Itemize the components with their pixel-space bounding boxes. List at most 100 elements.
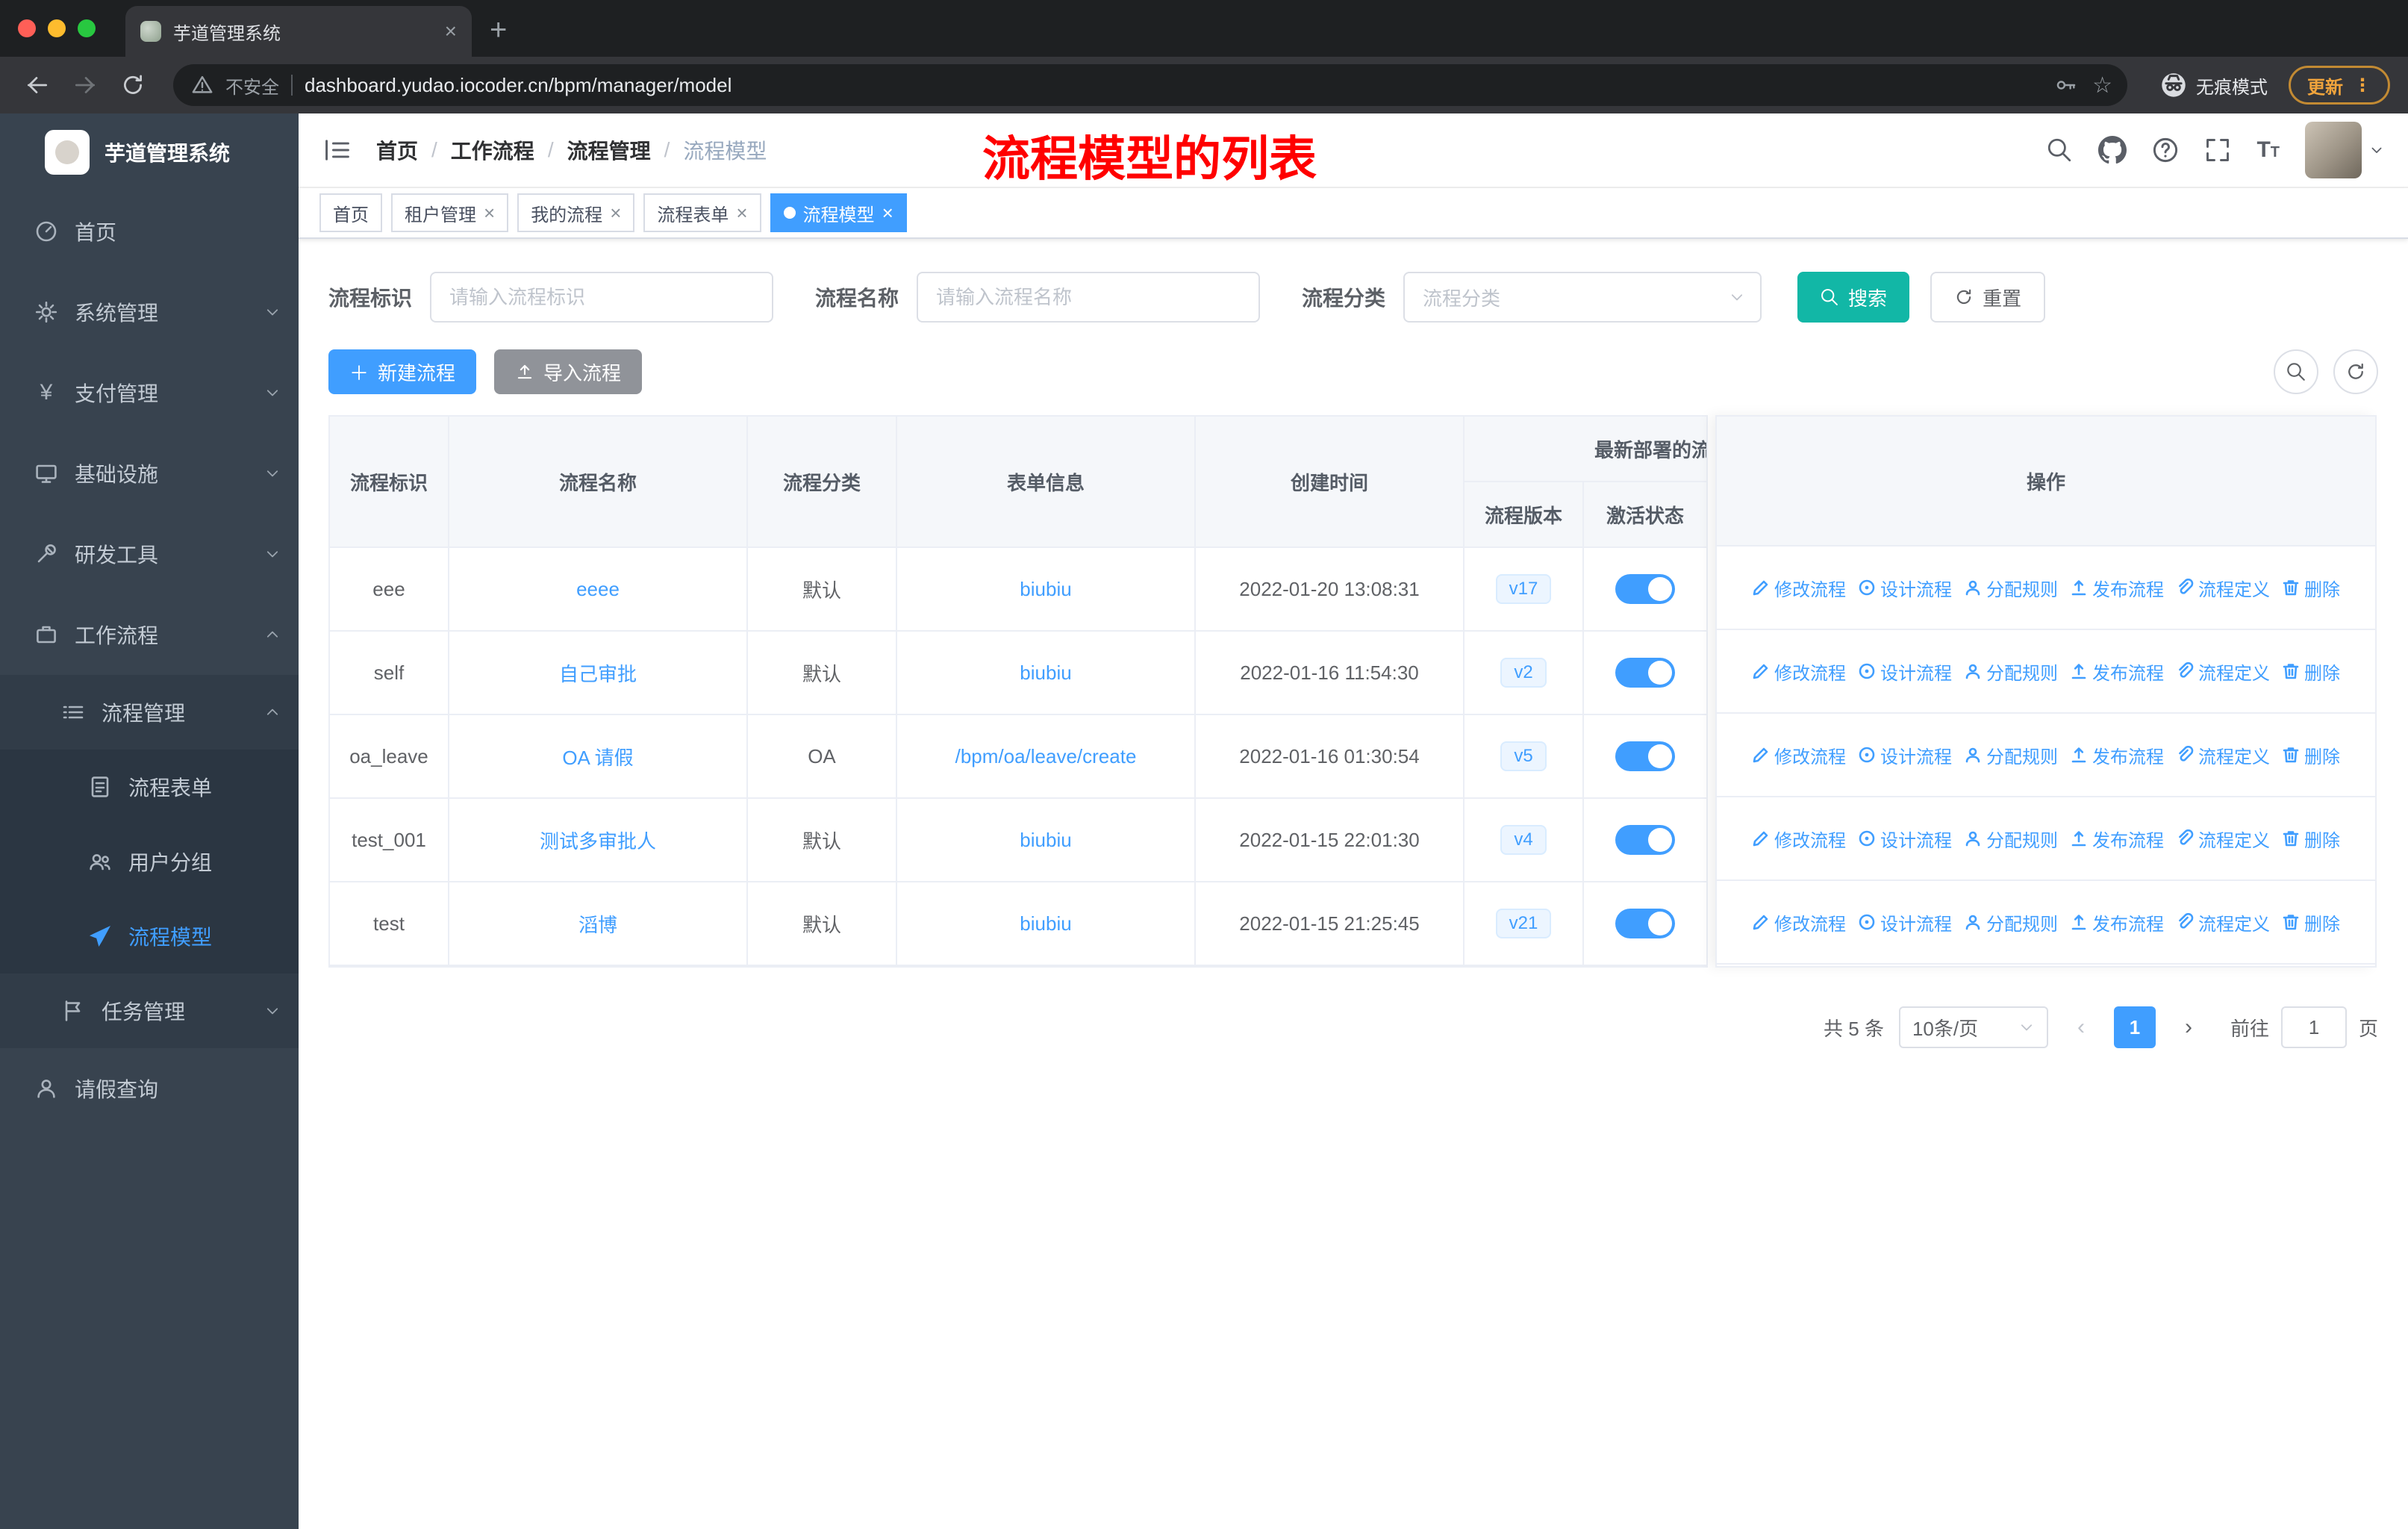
menu-dots-icon[interactable]: ⋮ xyxy=(2354,75,2371,96)
sidebar-item-system[interactable]: 系统管理 xyxy=(0,272,299,352)
tag-process-model[interactable]: 流程模型 × xyxy=(770,193,907,232)
search-button[interactable]: 搜索 xyxy=(1797,272,1910,323)
form-info-link[interactable]: biubiu xyxy=(1020,912,1071,935)
edit-process-link[interactable]: 修改流程 xyxy=(1752,826,1846,852)
tag-process-form[interactable]: 流程表单 × xyxy=(643,193,761,232)
new-tab-button[interactable]: + xyxy=(490,15,507,45)
process-definition-link[interactable]: 流程定义 xyxy=(2176,658,2270,685)
sidebar-item-workflow[interactable]: 工作流程 xyxy=(0,594,299,675)
table-refresh-button[interactable] xyxy=(2333,349,2378,394)
sidebar-item-task-management[interactable]: 任务管理 xyxy=(0,974,299,1048)
table-search-button[interactable] xyxy=(2274,349,2318,394)
fullscreen-icon[interactable] xyxy=(2204,137,2231,164)
delete-link[interactable]: 删除 xyxy=(2282,658,2340,685)
active-status-toggle[interactable] xyxy=(1615,825,1675,855)
reset-button[interactable]: 重置 xyxy=(1930,272,2046,323)
close-icon[interactable]: × xyxy=(736,203,747,222)
publish-process-link[interactable]: 发布流程 xyxy=(2070,826,2164,852)
sidebar-item-user-group[interactable]: 用户分组 xyxy=(0,824,299,899)
assign-rule-link[interactable]: 分配规则 xyxy=(1964,742,2058,768)
delete-link[interactable]: 删除 xyxy=(2282,826,2340,852)
forward-button[interactable] xyxy=(66,66,105,105)
publish-process-link[interactable]: 发布流程 xyxy=(2070,742,2164,768)
create-process-button[interactable]: ＋ 新建流程 xyxy=(328,349,477,394)
process-name-link[interactable]: OA 请假 xyxy=(562,743,633,770)
app-logo[interactable]: 芋道管理系统 xyxy=(0,113,299,191)
edit-process-link[interactable]: 修改流程 xyxy=(1752,909,1846,935)
process-name-input[interactable] xyxy=(917,272,1261,323)
font-size-icon[interactable]: TT xyxy=(2256,137,2280,163)
goto-page-input[interactable] xyxy=(2280,1006,2347,1048)
process-name-link[interactable]: 自己审批 xyxy=(559,659,637,687)
assign-rule-link[interactable]: 分配规则 xyxy=(1964,658,2058,685)
user-menu[interactable] xyxy=(2305,122,2384,178)
maximize-window-button[interactable] xyxy=(78,19,96,37)
active-status-toggle[interactable] xyxy=(1615,909,1675,938)
hamburger-icon[interactable] xyxy=(322,135,352,166)
next-page-button[interactable]: › xyxy=(2171,1006,2206,1048)
sidebar-item-home[interactable]: 首页 xyxy=(0,191,299,272)
close-icon[interactable]: × xyxy=(882,203,893,222)
key-icon[interactable] xyxy=(2055,74,2077,96)
design-process-link[interactable]: 设计流程 xyxy=(1858,826,1952,852)
design-process-link[interactable]: 设计流程 xyxy=(1858,575,1952,601)
publish-process-link[interactable]: 发布流程 xyxy=(2070,658,2164,685)
design-process-link[interactable]: 设计流程 xyxy=(1858,658,1952,685)
github-icon[interactable] xyxy=(2098,136,2127,164)
bookmark-star-icon[interactable]: ☆ xyxy=(2092,72,2112,99)
breadcrumb-workflow[interactable]: 工作流程 xyxy=(451,135,534,165)
address-bar[interactable]: 不安全 dashboard.yudao.iocoder.cn/bpm/manag… xyxy=(173,64,2127,106)
assign-rule-link[interactable]: 分配规则 xyxy=(1964,826,2058,852)
edit-process-link[interactable]: 修改流程 xyxy=(1752,575,1846,601)
process-name-link[interactable]: eeee xyxy=(576,578,620,601)
help-icon[interactable] xyxy=(2152,137,2179,164)
sidebar-item-devtools[interactable]: 研发工具 xyxy=(0,514,299,594)
publish-process-link[interactable]: 发布流程 xyxy=(2070,909,2164,935)
sidebar-item-process-form[interactable]: 流程表单 xyxy=(0,750,299,824)
process-name-link[interactable]: 测试多审批人 xyxy=(540,826,656,854)
close-icon[interactable]: × xyxy=(610,203,621,222)
form-info-link[interactable]: biubiu xyxy=(1020,829,1071,852)
avatar[interactable] xyxy=(2305,122,2362,178)
browser-tab[interactable]: 芋道管理系统 × xyxy=(125,6,472,57)
edit-process-link[interactable]: 修改流程 xyxy=(1752,658,1846,685)
assign-rule-link[interactable]: 分配规则 xyxy=(1964,909,2058,935)
import-process-button[interactable]: 导入流程 xyxy=(494,349,643,394)
active-status-toggle[interactable] xyxy=(1615,658,1675,688)
category-select[interactable]: 流程分类 xyxy=(1403,272,1762,323)
design-process-link[interactable]: 设计流程 xyxy=(1858,909,1952,935)
publish-process-link[interactable]: 发布流程 xyxy=(2070,575,2164,601)
form-info-link[interactable]: biubiu xyxy=(1020,578,1071,601)
sidebar-item-infrastructure[interactable]: 基础设施 xyxy=(0,433,299,514)
form-info-link[interactable]: /bpm/oa/leave/create xyxy=(955,745,1137,768)
process-name-link[interactable]: 滔博 xyxy=(578,910,617,938)
delete-link[interactable]: 删除 xyxy=(2282,742,2340,768)
process-definition-link[interactable]: 流程定义 xyxy=(2176,909,2270,935)
sidebar-item-leave-query[interactable]: 请假查询 xyxy=(0,1048,299,1129)
process-definition-link[interactable]: 流程定义 xyxy=(2176,742,2270,768)
edit-process-link[interactable]: 修改流程 xyxy=(1752,742,1846,768)
tab-close-icon[interactable]: × xyxy=(445,21,457,42)
close-window-button[interactable] xyxy=(18,19,36,37)
sidebar-item-payment[interactable]: ¥ 支付管理 xyxy=(0,352,299,433)
sidebar-item-process-management[interactable]: 流程管理 xyxy=(0,675,299,750)
breadcrumb-process-management[interactable]: 流程管理 xyxy=(567,135,651,165)
minimize-window-button[interactable] xyxy=(48,19,66,37)
process-definition-link[interactable]: 流程定义 xyxy=(2176,575,2270,601)
browser-update-button[interactable]: 更新 ⋮ xyxy=(2289,66,2390,105)
active-status-toggle[interactable] xyxy=(1615,741,1675,771)
search-icon[interactable] xyxy=(2046,137,2073,164)
close-icon[interactable]: × xyxy=(484,203,495,222)
breadcrumb-home[interactable]: 首页 xyxy=(376,135,418,165)
prev-page-button[interactable]: ‹ xyxy=(2063,1006,2099,1048)
current-page-button[interactable]: 1 xyxy=(2113,1006,2156,1048)
sidebar-item-process-model[interactable]: 流程模型 xyxy=(0,899,299,974)
reload-button[interactable] xyxy=(113,66,152,105)
process-definition-link[interactable]: 流程定义 xyxy=(2176,826,2270,852)
tag-my-process[interactable]: 我的流程 × xyxy=(517,193,635,232)
tag-home[interactable]: 首页 xyxy=(319,193,382,232)
delete-link[interactable]: 删除 xyxy=(2282,575,2340,601)
form-info-link[interactable]: biubiu xyxy=(1020,661,1071,685)
delete-link[interactable]: 删除 xyxy=(2282,909,2340,935)
process-id-input[interactable] xyxy=(430,272,774,323)
